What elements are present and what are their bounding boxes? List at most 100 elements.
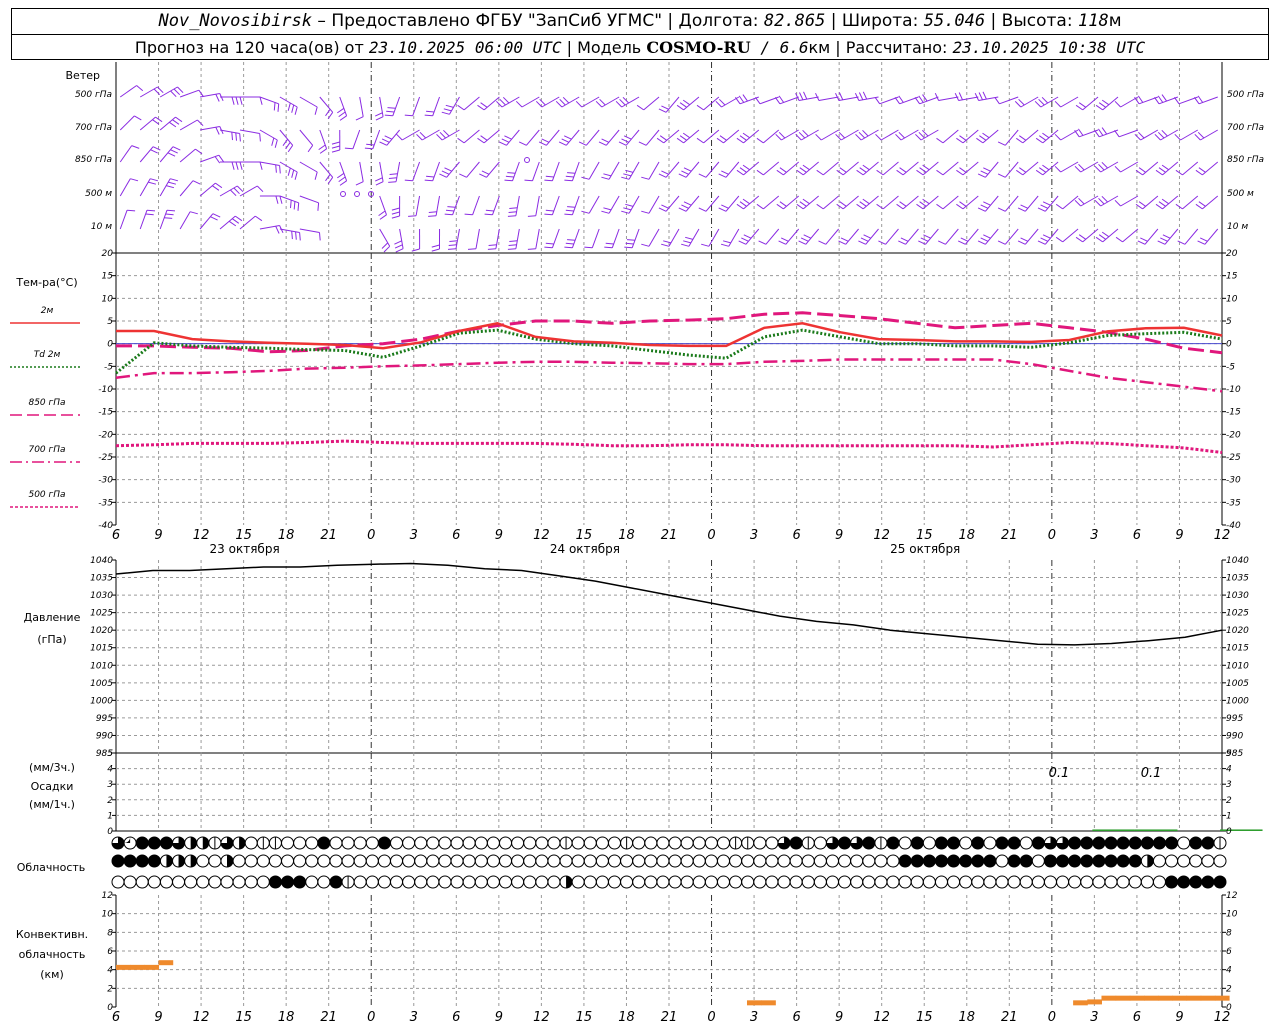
cloud-symbol (813, 854, 827, 868)
wind-barb-feather (936, 203, 944, 210)
wind-barb (532, 161, 540, 181)
wind-barb-feather (386, 110, 395, 113)
wind-barb-feather (636, 104, 644, 111)
wind-barb-feather (507, 215, 516, 217)
wind-barb-feather (956, 203, 964, 210)
legend-label: Td 2м (34, 350, 61, 360)
cloud-symbol (511, 854, 525, 868)
y-tick-label: -20 (98, 430, 113, 440)
wind-barb (743, 129, 760, 144)
wind-barb-feather (230, 189, 237, 197)
wind-barb-feather (1074, 199, 1082, 207)
wind-barb (512, 161, 520, 181)
wind-barb-feather (391, 211, 400, 215)
wind-barb-feather (919, 201, 927, 207)
cloud-symbol (402, 854, 416, 868)
cloud-symbol (1128, 875, 1142, 889)
cloud-symbol-fill (935, 855, 948, 867)
wind-barb-feather (799, 167, 807, 173)
wind-barb-feather (758, 240, 767, 245)
wind-barb-feather (388, 177, 397, 179)
precip-annotation: 0.1 (1049, 766, 1070, 781)
wind-barb-feather (936, 137, 944, 144)
cloud-symbol-fill (239, 837, 246, 849)
wind-barb-feather (683, 240, 692, 244)
cloud-symbol (983, 875, 997, 889)
wind-barb-feather (676, 104, 684, 111)
cloud-symbol (499, 854, 513, 868)
wind-barb-feather (661, 243, 670, 247)
wind-barb (648, 228, 660, 247)
cloud-symbol-fill (959, 855, 972, 867)
cloud-symbol (765, 854, 779, 868)
wind-barb-feather (153, 88, 161, 96)
wind-barb-feather (152, 146, 161, 151)
wind-barb-feather (915, 133, 922, 141)
cloud-symbol (1043, 875, 1057, 889)
cloud-symbol (474, 836, 488, 850)
wind-barb-feather (1161, 129, 1168, 137)
y-tick-label: 4 (107, 765, 113, 775)
wind-barb-feather (718, 207, 727, 212)
x-tick-label: 15 (235, 1010, 252, 1024)
wind-barb-feather (131, 145, 140, 149)
wind-barb (763, 129, 780, 144)
convective-bar (761, 1000, 776, 1006)
wind-barb (492, 195, 500, 215)
wind-barb (179, 119, 198, 131)
cloud-symbol-fill (1189, 837, 1202, 849)
wind-barb-feather (1039, 167, 1047, 173)
wind-barb-feather (325, 174, 331, 182)
cloud-symbol (184, 875, 198, 889)
wind-barb-feather (504, 135, 512, 140)
wind-barb-feather (835, 133, 842, 141)
conv-unit: (км) (40, 968, 64, 981)
y-tick-label: 1020 (1226, 626, 1249, 636)
cloud-symbol (632, 875, 646, 889)
wind-barb-feather (231, 161, 235, 170)
x-tick-label: 9 (1175, 528, 1183, 543)
y-tick-label: -5 (1226, 362, 1235, 372)
legend-label: 700 гПа (28, 445, 65, 455)
wind-barb (1122, 228, 1139, 243)
wind-barb-feather (722, 240, 731, 244)
cloud-symbol-fill (1147, 855, 1154, 867)
wind-barb-feather (860, 237, 869, 242)
wind-barb (965, 228, 979, 245)
cloud-symbol-fill (566, 876, 573, 888)
wind-barb-feather (900, 237, 909, 242)
wind-barb-feather (527, 215, 536, 217)
cloud-symbol (535, 836, 549, 850)
y-tick-label: 20 (1226, 249, 1238, 259)
wind-barb (703, 96, 720, 111)
wind-barb-feather (152, 119, 160, 125)
wind-barb-feather (1017, 240, 1026, 245)
cloud-symbol (305, 836, 319, 850)
cloud-symbol (608, 854, 622, 868)
cloud-symbol-fill (1068, 837, 1081, 849)
y-tick-label: -30 (98, 476, 113, 486)
wind-barb-feather (170, 90, 177, 98)
wind-barb-feather (1037, 240, 1046, 245)
wind-barb-feather (736, 137, 744, 144)
wind-barb-feather (1017, 207, 1026, 212)
cloud-symbol (438, 875, 452, 889)
cloud-symbol-fill (971, 837, 984, 849)
wind-barb-feather (575, 100, 583, 108)
wind-barb-feather (719, 135, 727, 141)
cloud-symbol (426, 836, 440, 850)
wind-barb (1004, 129, 1019, 146)
wind-barb-feather (150, 178, 159, 182)
cloud-symbol-fill (329, 876, 342, 888)
x-tick-label: 6 (1133, 528, 1141, 543)
cloud-symbol (1165, 854, 1179, 868)
cloud-symbol-fill (317, 837, 330, 849)
wind-barb-feather (130, 178, 139, 182)
cloud-symbol-fill (1129, 837, 1142, 849)
legend-label: 500 гПа (28, 490, 65, 500)
wind-barb-feather (564, 179, 573, 182)
wind-barb (526, 129, 540, 146)
x-tick-label: 0 (707, 528, 715, 543)
cloud-symbol-fill (899, 855, 912, 867)
cloud-symbol-fill (112, 855, 124, 867)
